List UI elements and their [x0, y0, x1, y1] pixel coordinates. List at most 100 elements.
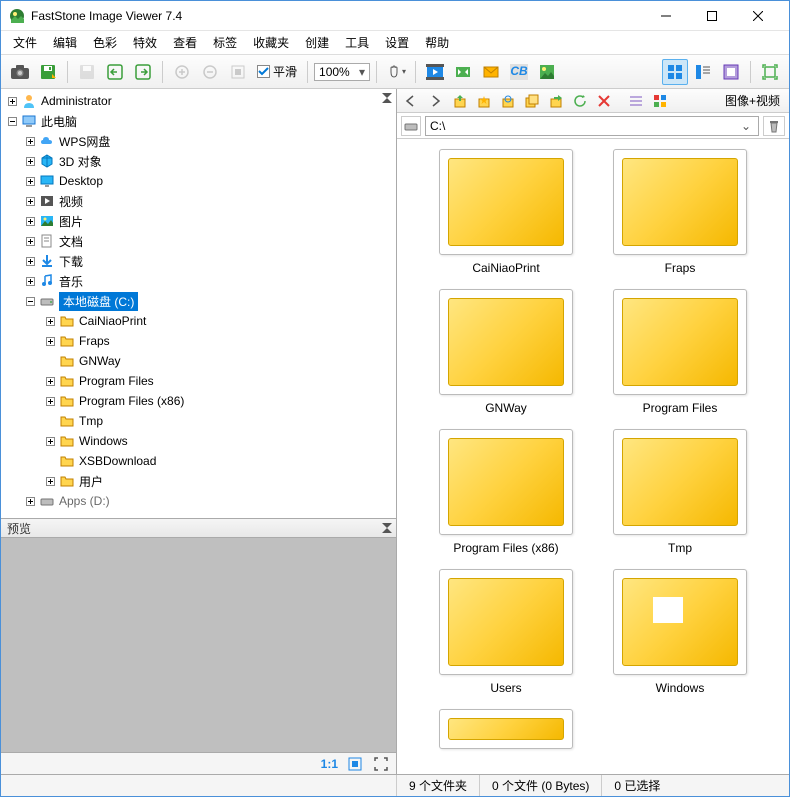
nav-back-icon[interactable] — [401, 91, 423, 111]
menu-tools[interactable]: 工具 — [337, 31, 377, 54]
tree-c-child[interactable]: 用户 — [3, 471, 394, 491]
tree-c-child[interactable]: Program Files — [3, 371, 394, 391]
move-to-icon[interactable] — [545, 91, 567, 111]
expander-icon[interactable] — [43, 434, 57, 448]
email-icon[interactable] — [478, 59, 504, 85]
tree-3d-objects[interactable]: 3D 对象 — [3, 151, 394, 171]
expander-icon[interactable] — [23, 174, 37, 188]
contact-sheet-icon[interactable]: CB — [506, 59, 532, 85]
recycle-bin-icon[interactable] — [763, 116, 785, 136]
tree-this-pc[interactable]: 此电脑 — [3, 111, 394, 131]
tree-collapse-icon[interactable] — [380, 91, 394, 105]
fullscreen-toggle-icon[interactable] — [757, 59, 783, 85]
tree-documents[interactable]: 文档 — [3, 231, 394, 251]
thumbnail-item[interactable]: Tmp — [603, 429, 757, 555]
expander-icon[interactable] — [23, 194, 37, 208]
delete-icon[interactable] — [593, 91, 615, 111]
thumbnail-item[interactable] — [429, 709, 583, 749]
hand-tool-icon[interactable]: ▾ — [383, 59, 409, 85]
expander-icon[interactable] — [43, 374, 57, 388]
expander-icon[interactable] — [43, 394, 57, 408]
zoom-out-icon[interactable] — [197, 59, 223, 85]
menu-edit[interactable]: 编辑 — [45, 31, 85, 54]
expander-icon[interactable] — [23, 294, 37, 308]
tree-local-disk-c[interactable]: 本地磁盘 (C:) — [3, 291, 394, 311]
menu-file[interactable]: 文件 — [5, 31, 45, 54]
copy-to-icon[interactable] — [521, 91, 543, 111]
compare-icon[interactable] — [450, 59, 476, 85]
menu-create[interactable]: 创建 — [297, 31, 337, 54]
thumbnail-item[interactable]: Users — [429, 569, 583, 695]
wallpaper-icon[interactable] — [534, 59, 560, 85]
thumbnail-item[interactable]: Fraps — [603, 149, 757, 275]
redo-icon[interactable] — [130, 59, 156, 85]
fit-window-icon[interactable] — [346, 755, 364, 773]
preview-header[interactable]: 预览 — [1, 518, 396, 538]
path-dropdown-icon[interactable]: ⌄ — [738, 119, 754, 133]
expander-icon[interactable] — [43, 314, 57, 328]
undo-icon[interactable] — [102, 59, 128, 85]
menu-tags[interactable]: 标签 — [205, 31, 245, 54]
nav-up-icon[interactable] — [449, 91, 471, 111]
thumbnail-item[interactable]: Program Files (x86) — [429, 429, 583, 555]
view-detail-icon[interactable] — [690, 59, 716, 85]
favorites-icon[interactable] — [473, 91, 495, 111]
thumbnail-item[interactable]: Program Files — [603, 289, 757, 415]
thumbnail-area[interactable]: CaiNiaoPrintFrapsGNWayProgram FilesProgr… — [397, 139, 789, 774]
menu-color[interactable]: 色彩 — [85, 31, 125, 54]
smooth-checkbox[interactable]: 平滑 — [253, 63, 301, 80]
select-all-icon[interactable] — [625, 91, 647, 111]
tree-apps-d[interactable]: Apps (D:) — [3, 491, 394, 511]
menu-effects[interactable]: 特效 — [125, 31, 165, 54]
expander-icon[interactable] — [23, 274, 37, 288]
thumbnail-item[interactable]: GNWay — [429, 289, 583, 415]
thumbnail-item[interactable]: Windows — [603, 569, 757, 695]
chevron-icon[interactable] — [382, 523, 392, 533]
expander-icon[interactable] — [43, 334, 57, 348]
menu-settings[interactable]: 设置 — [377, 31, 417, 54]
slideshow-icon[interactable] — [422, 59, 448, 85]
tree-wps[interactable]: WPS网盘 — [3, 131, 394, 151]
tree-c-child[interactable]: Program Files (x86) — [3, 391, 394, 411]
tree-desktop[interactable]: Desktop — [3, 171, 394, 191]
expander-icon[interactable] — [23, 154, 37, 168]
close-button[interactable] — [735, 1, 781, 31]
refresh-icon[interactable] — [569, 91, 591, 111]
expander-icon[interactable] — [23, 234, 37, 248]
path-input[interactable]: ⌄ — [425, 116, 759, 136]
zoom-in-icon[interactable] — [169, 59, 195, 85]
menu-help[interactable]: 帮助 — [417, 31, 457, 54]
minimize-button[interactable] — [643, 1, 689, 31]
menu-view[interactable]: 查看 — [165, 31, 205, 54]
tree-c-child[interactable]: CaiNiaoPrint — [3, 311, 394, 331]
view-fullscreen-icon[interactable] — [718, 59, 744, 85]
history-icon[interactable] — [497, 91, 519, 111]
expander-icon[interactable] — [23, 214, 37, 228]
acquire-icon[interactable] — [7, 59, 33, 85]
fit-icon[interactable] — [225, 59, 251, 85]
tree-downloads[interactable]: 下载 — [3, 251, 394, 271]
tree-administrator[interactable]: Administrator — [3, 91, 394, 111]
expander-icon[interactable] — [5, 94, 19, 108]
expand-icon[interactable] — [372, 755, 390, 773]
tree-videos[interactable]: 视频 — [3, 191, 394, 211]
tree-music[interactable]: 音乐 — [3, 271, 394, 291]
tree-c-child[interactable]: XSBDownload — [3, 451, 394, 471]
save-icon[interactable] — [74, 59, 100, 85]
menu-favorites[interactable]: 收藏夹 — [245, 31, 297, 54]
expander-icon[interactable] — [23, 494, 37, 508]
tree-c-child[interactable]: GNWay — [3, 351, 394, 371]
filter-combo[interactable]: 图像+视频 — [720, 89, 785, 112]
tree-c-child[interactable]: Fraps — [3, 331, 394, 351]
expander-icon[interactable] — [23, 134, 37, 148]
maximize-button[interactable] — [689, 1, 735, 31]
expander-icon[interactable] — [43, 474, 57, 488]
zoom-combo[interactable]: 100% ▾ — [314, 63, 370, 81]
tree-c-child[interactable]: Tmp — [3, 411, 394, 431]
sort-icon[interactable] — [649, 91, 671, 111]
expander-icon[interactable] — [23, 254, 37, 268]
view-thumbnails-icon[interactable] — [662, 59, 688, 85]
thumbnail-item[interactable]: CaiNiaoPrint — [429, 149, 583, 275]
path-field[interactable] — [430, 119, 738, 133]
path-drive-icon[interactable] — [401, 116, 421, 136]
